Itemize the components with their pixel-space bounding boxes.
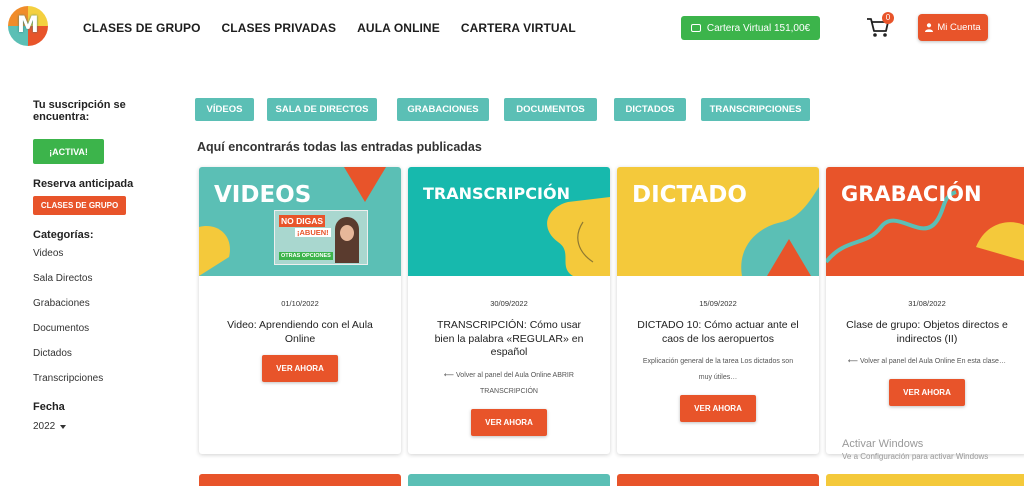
view-now-button[interactable]: VER AHORA xyxy=(889,379,965,406)
main-nav: CLASES DE GRUPO CLASES PRIVADAS AULA ONL… xyxy=(83,21,576,35)
card-excerpt: ⟵ Volver al panel del Aula Online ABRIR … xyxy=(444,371,574,395)
category-grabaciones[interactable]: Grabaciones xyxy=(33,297,153,322)
subscription-label: Tu suscripción se encuentra: xyxy=(33,99,126,123)
nav-clases-de-grupo[interactable]: CLASES DE GRUPO xyxy=(83,21,201,35)
windows-activation-watermark: Activar Windows Ve a Configuración para … xyxy=(842,438,988,461)
card-title[interactable]: Video: Aprendiendo con el Aula Online xyxy=(217,319,383,346)
card-date: 31/08/2022 xyxy=(908,299,946,308)
card-title[interactable]: TRANSCRIPCIÓN: Cómo usar bien la palabra… xyxy=(426,319,592,360)
nav-clases-privadas[interactable]: CLASES PRIVADAS xyxy=(222,21,337,35)
site-header: M CLASES DE GRUPO CLASES PRIVADAS AULA O… xyxy=(0,0,1024,58)
card-banner-title: TRANSCRIPCIÓN xyxy=(423,184,570,203)
reserve-label: Reserva anticipada xyxy=(33,178,134,190)
next-card-banner[interactable] xyxy=(617,474,819,486)
next-card-banner[interactable] xyxy=(826,474,1024,486)
wallet-label: Cartera Virtual 151,00€ xyxy=(706,22,811,34)
thumb-face xyxy=(340,225,354,241)
card-excerpt: ⟵ Volver al panel del Aula Online En est… xyxy=(848,358,1006,365)
subscription-status-button[interactable]: ¡ACTIVA! xyxy=(33,139,104,164)
site-logo[interactable]: M xyxy=(8,6,48,46)
section-intro: Aquí encontrarás todas las entradas publ… xyxy=(197,140,482,154)
tab-grabaciones[interactable]: GRABACIONES xyxy=(397,98,489,121)
cart-count-badge: 0 xyxy=(882,12,894,24)
thumb-title: NO DIGAS xyxy=(279,215,326,227)
thumb-caption: OTRAS OPCIONES xyxy=(279,252,333,260)
categories-list: Videos Sala Directos Grabaciones Documen… xyxy=(33,247,153,397)
video-thumbnail[interactable]: NO DIGAS ¡ABUEN! OTRAS OPCIONES xyxy=(274,210,368,265)
category-dictados[interactable]: Dictados xyxy=(33,347,153,372)
view-now-button[interactable]: VER AHORA xyxy=(471,408,547,436)
account-button[interactable]: Mi Cuenta xyxy=(918,14,988,41)
card-excerpt: Explicación general de la tarea Los dict… xyxy=(642,358,794,381)
nav-aula-online[interactable]: AULA ONLINE xyxy=(357,21,440,35)
wallet-icon xyxy=(690,24,701,32)
card-banner[interactable]: DICTADO xyxy=(617,167,819,276)
next-card-banner[interactable] xyxy=(408,474,610,486)
card-title[interactable]: DICTADO 10: Cómo actuar ante el caos de … xyxy=(635,319,801,346)
nav-cartera-virtual[interactable]: CARTERA VIRTUAL xyxy=(461,21,576,35)
tab-transcripciones[interactable]: TRANSCRIPCIONES xyxy=(701,98,810,121)
sidebar: Tu suscripción se encuentra: ¡ACTIVA! Re… xyxy=(33,99,153,432)
card-banner-title: DICTADO xyxy=(632,182,747,208)
account-label: Mi Cuenta xyxy=(937,22,981,33)
card-date: 30/09/2022 xyxy=(490,299,528,308)
card-date: 01/10/2022 xyxy=(281,299,319,308)
watermark-subtitle: Ve a Configuración para activar Windows xyxy=(842,452,989,461)
card-banner[interactable]: GRABACIÓN xyxy=(826,167,1024,276)
wallet-button[interactable]: Cartera Virtual 151,00€ xyxy=(681,16,820,40)
view-now-button[interactable]: VER AHORA xyxy=(680,395,756,422)
category-transcripciones[interactable]: Transcripciones xyxy=(33,372,153,397)
tab-sala-de-directos[interactable]: SALA DE DIRECTOS xyxy=(267,98,377,121)
card-banner-title: VIDEOS xyxy=(214,182,312,208)
date-heading: Fecha xyxy=(33,401,65,413)
card-title[interactable]: Clase de grupo: Objetos directos e indir… xyxy=(844,319,1010,346)
card-banner[interactable]: VIDEOS NO DIGAS ¡ABUEN! OTRAS OPCIONES xyxy=(199,167,401,276)
thumb-title-2: ¡ABUEN! xyxy=(295,228,331,237)
categories-heading: Categorías: xyxy=(33,229,94,241)
card-date: 15/09/2022 xyxy=(699,299,737,308)
next-card-banner[interactable] xyxy=(199,474,401,486)
year-select[interactable]: 2022 xyxy=(33,421,153,432)
reserve-group-classes-button[interactable]: CLASES DE GRUPO xyxy=(33,196,126,215)
tab-videos[interactable]: VÍDEOS xyxy=(195,98,254,121)
view-now-button[interactable]: VER AHORA xyxy=(262,355,338,382)
tab-dictados[interactable]: DICTADOS xyxy=(614,98,686,121)
logo-letter: M xyxy=(17,13,39,38)
watermark-title: Activar Windows xyxy=(842,438,924,450)
card-banner[interactable]: TRANSCRIPCIÓN xyxy=(408,167,610,276)
post-card: GRABACIÓN 31/08/2022 Clase de grupo: Obj… xyxy=(826,167,1024,454)
caret-down-icon xyxy=(60,424,67,429)
user-icon xyxy=(925,23,934,32)
category-sala-directos[interactable]: Sala Directos xyxy=(33,272,153,297)
post-card: VIDEOS NO DIGAS ¡ABUEN! OTRAS OPCIONES 0… xyxy=(199,167,401,454)
card-banner-title: GRABACIÓN xyxy=(841,182,982,206)
tab-documentos[interactable]: DOCUMENTOS xyxy=(504,98,597,121)
post-card: DICTADO 15/09/2022 DICTADO 10: Cómo actu… xyxy=(617,167,819,454)
category-videos[interactable]: Videos xyxy=(33,247,153,272)
post-card: TRANSCRIPCIÓN 30/09/2022 TRANSCRIPCIÓN: … xyxy=(408,167,610,454)
year-value: 2022 xyxy=(33,421,56,432)
category-documentos[interactable]: Documentos xyxy=(33,322,153,347)
